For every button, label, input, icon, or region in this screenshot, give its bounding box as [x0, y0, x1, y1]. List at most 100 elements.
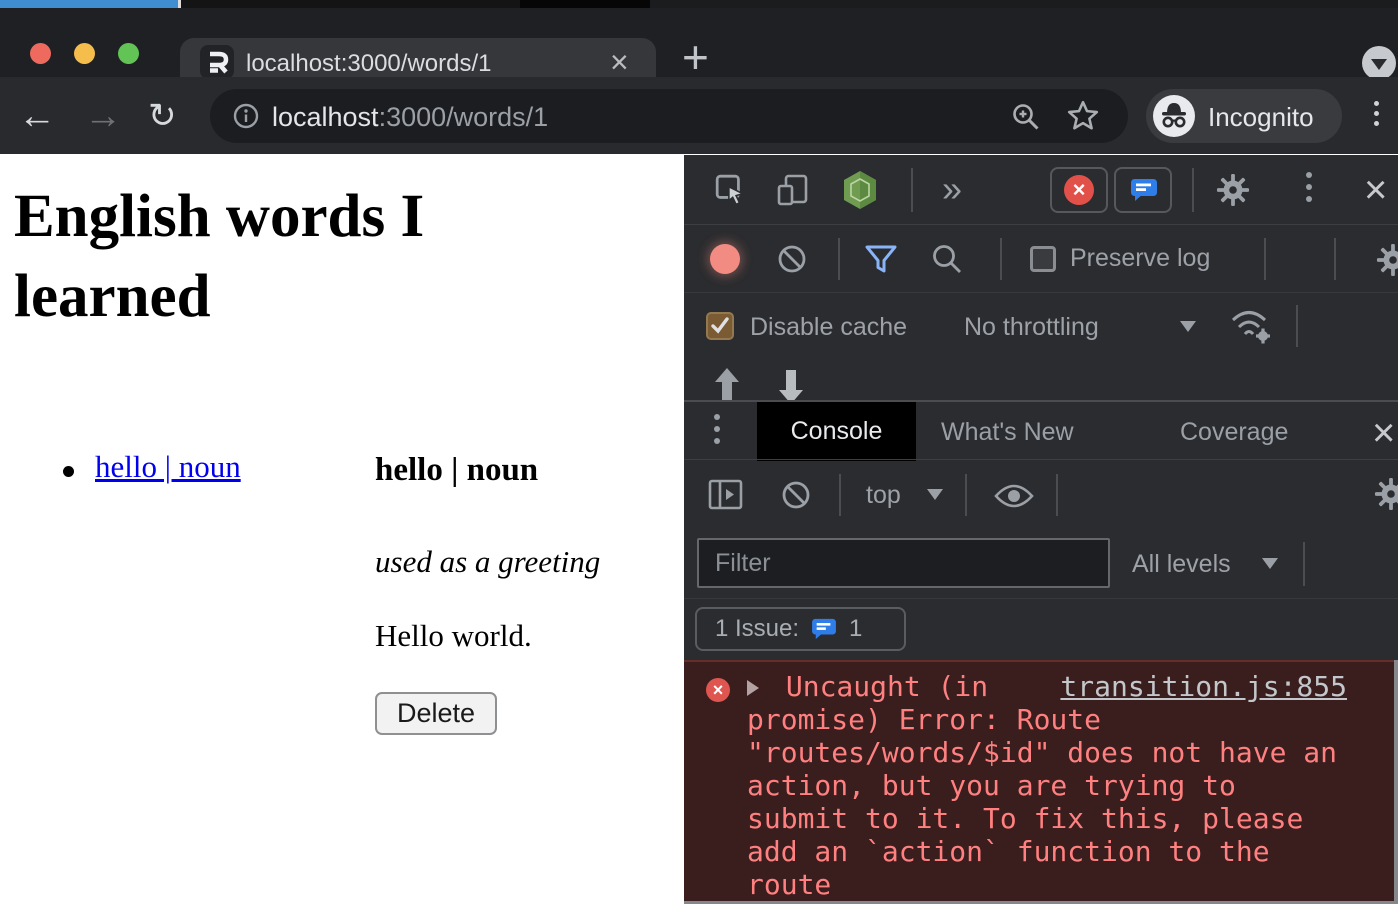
url-host: localhost	[272, 102, 379, 132]
issues-button[interactable]: 1 Issue: 1	[695, 607, 906, 651]
tab-whats-new[interactable]: What's New	[941, 418, 1074, 447]
window-right-edge	[1394, 660, 1398, 904]
window-top-edge	[0, 0, 1398, 8]
settings-gear-icon[interactable]	[1214, 171, 1252, 209]
tab-search-button[interactable]	[1362, 46, 1396, 80]
console-settings-gear-icon[interactable]	[1372, 475, 1398, 513]
background-window-strip-black	[520, 0, 650, 8]
tab-close-icon[interactable]: ×	[610, 46, 629, 78]
site-info-icon[interactable]	[232, 102, 260, 130]
console-filter-input[interactable]	[699, 540, 1108, 586]
console-toolbar: top	[684, 459, 1398, 529]
log-levels-dropdown[interactable]: All levels	[1132, 550, 1231, 579]
incognito-badge: Incognito	[1146, 89, 1342, 143]
expand-triangle-icon[interactable]	[747, 680, 759, 696]
network-settings-gear-icon[interactable]	[1374, 241, 1398, 279]
chevron-down-icon	[1371, 59, 1387, 70]
separator	[1296, 305, 1298, 347]
background-window-strip-dark	[181, 0, 520, 8]
error-message-text: transition.js:855 Uncaught (in promise) …	[747, 670, 1347, 901]
throttling-chevron-down-icon[interactable]	[1180, 321, 1196, 332]
word-title: hello | noun	[375, 452, 538, 489]
live-expression-eye-icon[interactable]	[994, 482, 1034, 510]
disable-cache-label[interactable]: Disable cache	[750, 313, 907, 342]
browser-menu-icon[interactable]	[1374, 101, 1379, 126]
back-icon[interactable]: ←	[18, 97, 56, 135]
background-window-strip-blue	[0, 0, 178, 8]
preserve-log-checkbox[interactable]	[1030, 246, 1056, 272]
filter-funnel-icon[interactable]	[864, 244, 898, 274]
tab-strip: localhost:3000/words/1 × +	[0, 8, 1398, 77]
error-count-badge[interactable]: ×	[1050, 167, 1108, 213]
close-window-traffic-light[interactable]	[30, 43, 51, 64]
url-path: :3000/words/1	[379, 102, 549, 132]
node-icon[interactable]	[842, 170, 878, 210]
devtools-close-icon[interactable]: ×	[1364, 170, 1387, 210]
bookmark-star-icon[interactable]	[1066, 99, 1100, 133]
page-content: English words I learned hello | noun hel…	[0, 154, 684, 904]
more-tabs-icon[interactable]: »	[942, 171, 962, 207]
tab-console[interactable]: Console	[757, 402, 916, 461]
issues-row: 1 Issue: 1	[684, 599, 1398, 660]
separator	[1264, 238, 1266, 280]
separator	[1303, 542, 1305, 586]
issues-chat-icon	[811, 618, 837, 640]
drawer-close-icon[interactable]: ×	[1372, 413, 1395, 453]
minimize-window-traffic-light[interactable]	[74, 43, 95, 64]
devtools-main-toolbar: » × ×	[684, 155, 1398, 225]
separator	[1056, 474, 1058, 516]
word-definition: used as a greeting	[375, 544, 600, 580]
incognito-icon	[1153, 95, 1195, 137]
delete-button[interactable]: Delete	[375, 692, 497, 735]
error-circle-icon: ×	[1064, 175, 1094, 205]
throttling-dropdown[interactable]: No throttling	[964, 313, 1099, 342]
console-filter-box	[697, 538, 1110, 588]
browser-toolbar: ← → ↻ localhost:3000/words/1	[0, 77, 1398, 154]
word-link[interactable]: hello | noun	[95, 449, 241, 485]
drawer-menu-icon[interactable]	[714, 414, 720, 444]
console-sidebar-icon[interactable]	[708, 478, 744, 512]
separator	[838, 238, 840, 280]
separator	[1000, 238, 1002, 280]
network-conditions-icon[interactable]	[1228, 305, 1274, 347]
issues-chat-icon	[1130, 178, 1158, 202]
disable-cache-checkbox[interactable]	[706, 312, 734, 340]
devtools-menu-icon[interactable]	[1306, 172, 1312, 202]
maximize-window-traffic-light[interactable]	[118, 43, 139, 64]
new-tab-icon[interactable]: +	[682, 34, 709, 80]
separator	[1192, 168, 1194, 212]
console-error-entry: × transition.js:855 Uncaught (in promise…	[684, 660, 1398, 901]
separator	[911, 168, 913, 212]
page-zoom-icon[interactable]	[1010, 101, 1042, 133]
page-title: English words I learned	[14, 177, 574, 337]
issues-badge[interactable]	[1114, 167, 1172, 213]
word-example: Hello world.	[375, 618, 532, 654]
import-har-up-arrow-icon[interactable]	[714, 368, 740, 400]
reload-icon[interactable]: ↻	[148, 99, 177, 133]
issues-count: 1	[849, 615, 862, 643]
clear-network-log-icon[interactable]	[776, 243, 808, 275]
execution-context-dropdown[interactable]: top	[866, 481, 901, 510]
context-chevron-down-icon[interactable]	[927, 489, 943, 500]
export-har-down-arrow-icon[interactable]	[778, 368, 804, 400]
screen: localhost:3000/words/1 × + ← → ↻ localho…	[0, 0, 1398, 904]
tab-coverage[interactable]: Coverage	[1180, 418, 1288, 447]
address-bar[interactable]: localhost:3000/words/1	[210, 89, 1128, 143]
inspect-element-icon[interactable]	[714, 173, 748, 207]
levels-chevron-down-icon[interactable]	[1262, 558, 1278, 569]
separator	[965, 474, 967, 516]
separator	[839, 474, 841, 516]
background-window-strip-gray	[650, 0, 1398, 8]
error-x-icon: ×	[706, 678, 730, 702]
preserve-log-label[interactable]: Preserve log	[1070, 244, 1210, 273]
tab-title: localhost:3000/words/1	[246, 50, 491, 78]
forward-icon[interactable]: →	[84, 97, 122, 135]
url-text: localhost:3000/words/1	[272, 102, 548, 133]
drawer-tab-bar: Console What's New Coverage ×	[684, 400, 1398, 459]
devtools-panel: » × ×	[684, 155, 1398, 904]
search-icon[interactable]	[930, 242, 964, 276]
device-toolbar-icon[interactable]	[776, 173, 810, 207]
error-source-link[interactable]: transition.js:855	[1060, 670, 1347, 703]
record-network-log-icon[interactable]	[710, 244, 740, 274]
clear-console-icon[interactable]	[780, 479, 812, 511]
